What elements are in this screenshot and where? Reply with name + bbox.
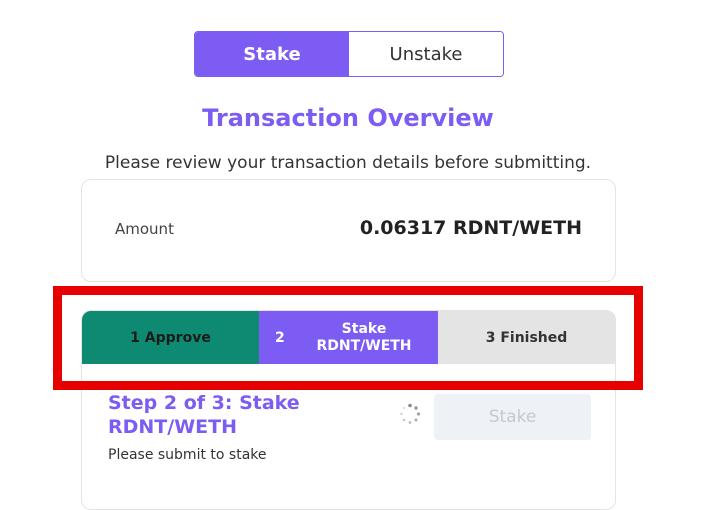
step-finished: 3 Finished <box>438 311 615 364</box>
step-stake-label: Stake RDNT/WETH <box>316 320 412 354</box>
steps-card: 1 Approve 2 Stake RDNT/WETH 3 Finished S… <box>81 310 616 510</box>
stake-unstake-toggle: Stake Unstake <box>194 31 504 77</box>
current-step-title: Step 2 of 3: Stake RDNT/WETH <box>108 392 300 438</box>
current-step-description: Please submit to stake <box>108 447 267 463</box>
step-stake: 2 Stake RDNT/WETH <box>259 311 438 364</box>
tab-stake[interactable]: Stake <box>195 32 349 76</box>
step-stake-number: 2 <box>275 329 285 346</box>
amount-label: Amount <box>115 220 174 238</box>
page-title: Transaction Overview <box>202 104 494 132</box>
amount-value: 0.06317 RDNT/WETH <box>359 217 582 239</box>
tab-unstake[interactable]: Unstake <box>349 32 503 76</box>
page-subtitle: Please review your transaction details b… <box>104 153 592 173</box>
step-approve: 1 Approve <box>82 311 259 364</box>
amount-card: Amount 0.06317 RDNT/WETH <box>81 179 616 282</box>
stake-button[interactable]: Stake <box>434 394 591 440</box>
progress-steps: 1 Approve 2 Stake RDNT/WETH 3 Finished <box>82 311 615 364</box>
loading-spinner-icon <box>400 403 421 424</box>
